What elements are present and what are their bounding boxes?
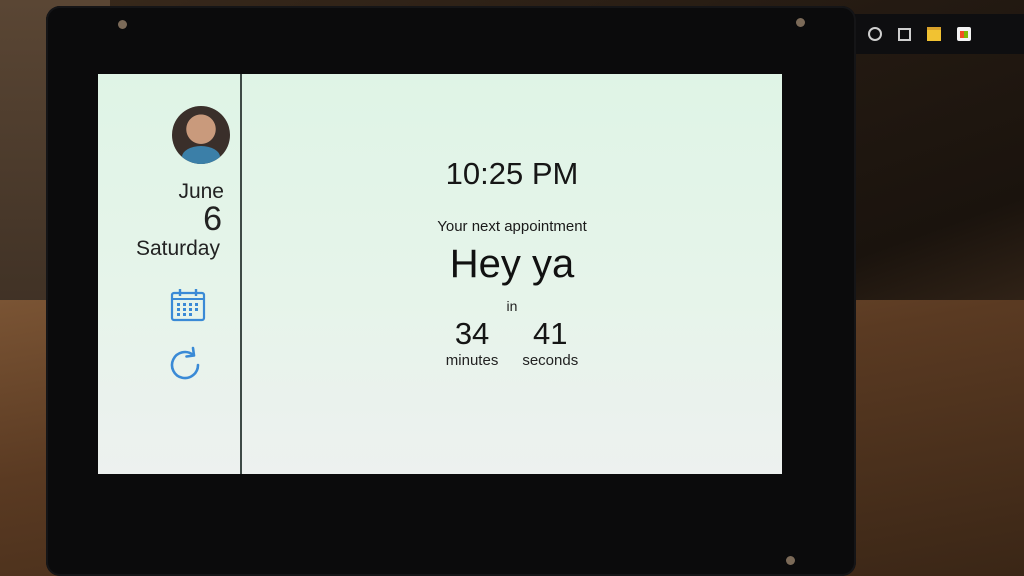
countdown-minutes: 34 minutes — [446, 316, 499, 369]
host-taskbar — [850, 14, 1024, 54]
date-weekday: Saturday — [135, 237, 220, 260]
date-day: 6 — [203, 200, 222, 238]
next-appointment-label: Your next appointment — [437, 218, 587, 235]
clock-time: 10:25 PM — [445, 156, 579, 191]
avatar[interactable] — [172, 106, 230, 164]
device-screen: June 6 Saturday 10:25 PM Your next appoi… — [98, 74, 782, 474]
screw — [796, 18, 805, 27]
task-view-icon[interactable] — [898, 27, 911, 41]
countdown: 34 minutes 41 seconds — [242, 316, 782, 369]
calendar-icon[interactable] — [170, 288, 206, 322]
sidebar: June 6 Saturday — [98, 74, 242, 474]
in-label: in — [506, 298, 518, 314]
store-icon[interactable] — [957, 27, 971, 41]
minutes-label: minutes — [445, 352, 499, 369]
cortana-icon[interactable] — [868, 27, 882, 41]
refresh-icon[interactable] — [166, 346, 204, 384]
seconds-label: seconds — [522, 352, 579, 369]
main-panel: 10:25 PM Your next appointment Hey ya in… — [242, 74, 782, 474]
seconds-value: 41 — [533, 316, 568, 351]
appointment-title: Hey ya — [449, 242, 575, 286]
file-explorer-icon[interactable] — [927, 27, 941, 41]
minutes-value: 34 — [454, 316, 490, 351]
countdown-seconds: 41 seconds — [522, 316, 578, 369]
screw — [786, 556, 795, 565]
screw — [118, 20, 127, 29]
